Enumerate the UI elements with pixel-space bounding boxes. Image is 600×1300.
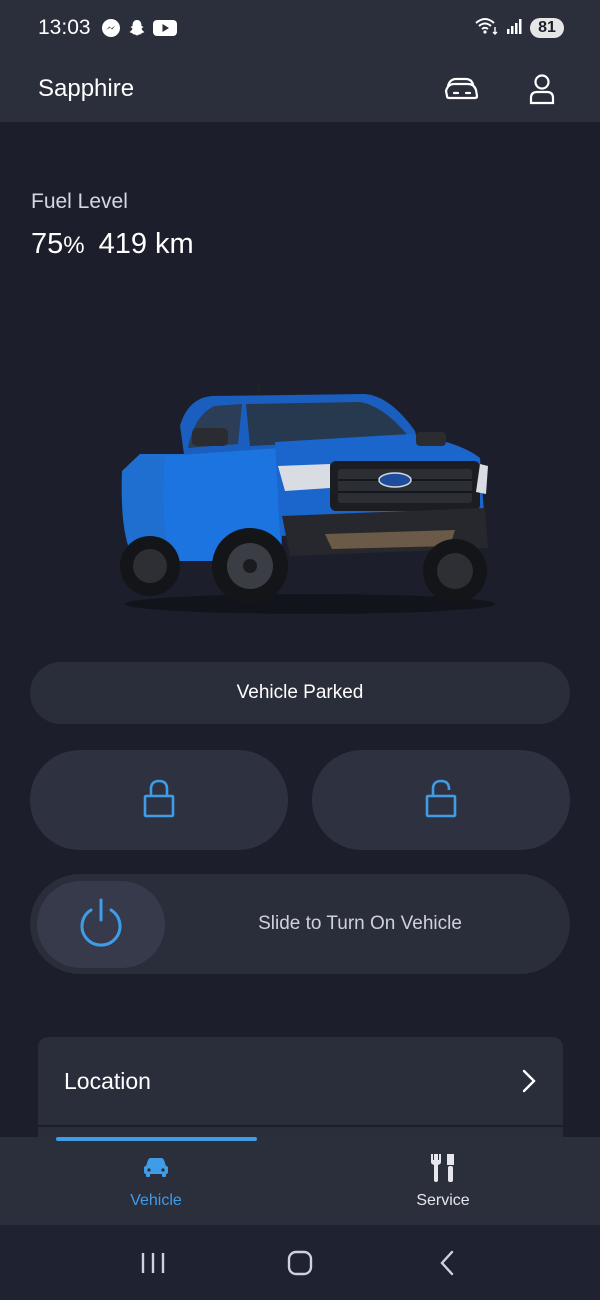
chevron-right-icon <box>521 1068 537 1094</box>
youtube-icon <box>152 19 177 37</box>
fuel-readout: 75% 419 km <box>31 228 194 261</box>
status-time: 13:03 <box>38 16 91 39</box>
status-indicators: 81 <box>474 16 564 41</box>
status-app-icons <box>101 18 177 38</box>
tab-vehicle-label: Vehicle <box>130 1192 182 1209</box>
car-icon <box>143 1150 169 1186</box>
tab-service[interactable]: Service <box>343 1150 543 1220</box>
tab-vehicle[interactable]: Vehicle <box>56 1150 256 1220</box>
header-actions <box>442 69 562 109</box>
location-card[interactable]: Location <box>38 1037 563 1125</box>
signal-icon <box>506 17 524 40</box>
home-icon[interactable] <box>270 1233 330 1293</box>
wifi-icon <box>474 16 500 41</box>
vehicle-name[interactable]: Sapphire <box>38 75 134 103</box>
vehicle-status-pill: Vehicle Parked <box>30 662 570 724</box>
slider-handle[interactable] <box>37 881 165 968</box>
messenger-icon <box>101 18 121 38</box>
unlock-button[interactable] <box>312 750 570 850</box>
app-header: Sapphire <box>0 56 600 122</box>
recent-apps-icon[interactable] <box>123 1233 183 1293</box>
active-tab-indicator <box>56 1137 257 1141</box>
vehicle-image <box>110 376 500 616</box>
slider-label: Slide to Turn On Vehicle <box>258 913 462 934</box>
vehicle-status-text: Vehicle Parked <box>236 682 364 703</box>
battery-indicator: 81 <box>530 18 564 38</box>
fuel-percent: 75% <box>31 228 85 260</box>
garage-icon[interactable] <box>442 69 482 109</box>
lock-open-icon <box>424 778 458 823</box>
fuel-range: 419 km <box>98 228 194 260</box>
system-nav-bar <box>0 1225 600 1300</box>
lock-closed-icon <box>142 778 176 823</box>
profile-icon[interactable] <box>522 69 562 109</box>
lock-button[interactable] <box>30 750 288 850</box>
tools-icon <box>430 1150 456 1186</box>
tab-service-label: Service <box>416 1192 470 1209</box>
power-icon <box>77 896 125 953</box>
status-bar: 13:03 81 <box>0 0 600 56</box>
location-title: Location <box>64 1067 151 1094</box>
back-icon[interactable] <box>417 1233 477 1293</box>
snapchat-icon <box>127 18 147 38</box>
fuel-level-label: Fuel Level <box>31 190 128 213</box>
